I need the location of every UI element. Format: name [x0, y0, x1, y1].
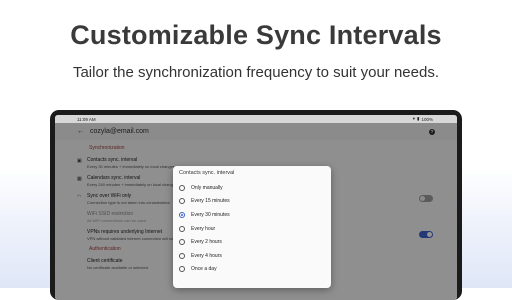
battery-percent: 100% — [421, 116, 433, 122]
subheadline: Tailor the synchronization frequency to … — [72, 64, 440, 81]
option-every-hour[interactable]: Every hour — [173, 222, 331, 236]
option-label: Every 4 hours — [191, 252, 222, 259]
radio-button[interactable] — [179, 198, 185, 205]
tablet-frame: 11:09 AM ▾ ▮ 100% ← cozyla@email.com ? S… — [50, 110, 462, 300]
option-label: Once a day — [191, 266, 217, 273]
option-every-4-hours[interactable]: Every 4 hours — [173, 249, 331, 263]
sync-interval-dialog: Contacts sync. interval Only manually Ev… — [173, 166, 331, 288]
option-label: Every 2 hours — [191, 239, 222, 246]
status-icons: ▾ ▮ 100% — [413, 116, 433, 122]
option-only-manually[interactable]: Only manually — [173, 181, 331, 195]
option-every-30-minutes[interactable]: Every 30 minutes — [173, 208, 331, 222]
radio-button[interactable] — [179, 184, 185, 191]
radio-button-selected[interactable] — [179, 211, 185, 218]
wifi-icon: ▾ — [412, 116, 415, 121]
option-once-a-day[interactable]: Once a day — [173, 263, 331, 277]
status-bar: 11:09 AM ▾ ▮ 100% — [55, 115, 457, 123]
option-label: Every 15 minutes — [191, 198, 230, 205]
battery-icon: ▮ — [417, 116, 420, 121]
radio-button[interactable] — [179, 225, 185, 232]
dialog-title: Contacts sync. interval — [179, 170, 235, 176]
status-time: 11:09 AM — [77, 116, 96, 122]
option-label: Every 30 minutes — [191, 211, 230, 218]
app-screen: 11:09 AM ▾ ▮ 100% ← cozyla@email.com ? S… — [55, 115, 457, 300]
radio-button[interactable] — [179, 239, 185, 246]
option-every-2-hours[interactable]: Every 2 hours — [173, 235, 331, 249]
option-every-15-minutes[interactable]: Every 15 minutes — [173, 195, 331, 209]
radio-button[interactable] — [179, 252, 185, 259]
radio-button[interactable] — [179, 266, 185, 273]
option-label: Every hour — [191, 225, 216, 232]
headline: Customizable Sync Intervals — [70, 20, 442, 50]
option-label: Only manually — [191, 184, 223, 191]
